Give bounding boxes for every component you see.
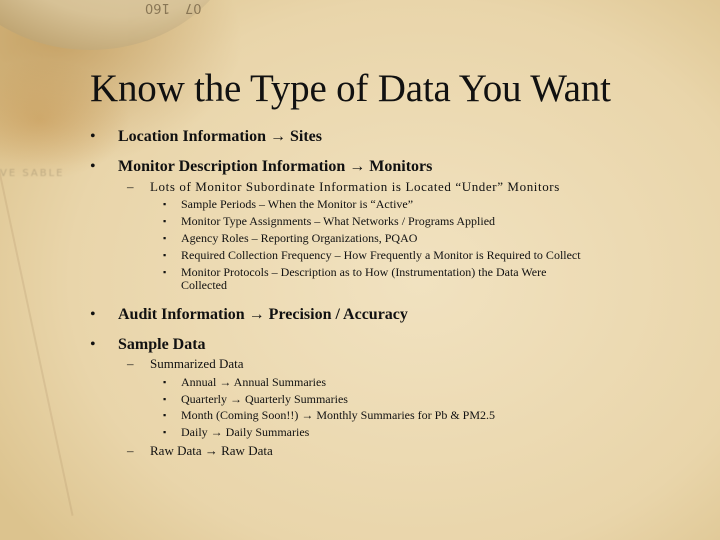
sub-sub-list-item-label: Collected xyxy=(181,278,227,292)
dash-icon: – xyxy=(127,356,134,371)
compass-number: 07 xyxy=(185,0,202,15)
sub-sub-list-item-label: Agency Roles – Reporting Organizations, … xyxy=(181,231,418,245)
sub-sub-list-item-label: Quarterly → Quarterly Summaries xyxy=(181,392,348,406)
square-bullet-icon: ▪ xyxy=(163,394,167,404)
list-item-label: Monitor Description Information → Monito… xyxy=(118,158,433,175)
list-item-label: Sample Data xyxy=(118,336,206,353)
sub-sub-list-item-label: Required Collection Frequency – How Freq… xyxy=(181,248,581,262)
sub-sub-list-item-label: Monitor Type Assignments – What Networks… xyxy=(181,214,496,228)
sub-sub-list-item-label: Sample Periods – When the Monitor is “Ac… xyxy=(181,197,414,211)
sub-sub-list-item-label: Month (Coming Soon!!) → Monthly Summarie… xyxy=(181,408,496,422)
list-item-label: Location Information → Sites xyxy=(118,128,322,145)
sub-list-item-label: Lots of Monitor Subordinate Information … xyxy=(150,179,560,194)
sub-sub-list-item-label: Annual → Annual Summaries xyxy=(181,375,326,389)
slide-title: Know the Type of Data You Want xyxy=(90,67,611,110)
paper-crease xyxy=(0,124,74,516)
square-bullet-icon: ▪ xyxy=(163,267,167,277)
dash-icon: – xyxy=(127,443,134,458)
square-bullet-icon: ▪ xyxy=(163,410,167,420)
bullet-icon: • xyxy=(90,336,96,353)
square-bullet-icon: ▪ xyxy=(163,199,167,209)
bullet-icon: • xyxy=(90,306,96,323)
square-bullet-icon: ▪ xyxy=(163,216,167,226)
bullet-icon: • xyxy=(90,128,96,145)
square-bullet-icon: ▪ xyxy=(163,250,167,260)
square-bullet-icon: ▪ xyxy=(163,427,167,437)
dash-icon: – xyxy=(127,179,135,194)
square-bullet-icon: ▪ xyxy=(163,377,167,387)
square-bullet-icon: ▪ xyxy=(163,233,167,243)
list-item-label: Audit Information → Precision / Accuracy xyxy=(118,306,408,323)
bullet-icon: • xyxy=(90,158,96,175)
compass-image: 160 07 xyxy=(0,0,240,50)
sub-list-item-label: Summarized Data xyxy=(150,356,244,371)
map-label: VE SABLE xyxy=(0,168,65,179)
sub-sub-list-item-label: Monitor Protocols – Description as to Ho… xyxy=(181,265,547,279)
sub-list-item-label: Raw Data → Raw Data xyxy=(150,443,273,458)
compass-number: 160 xyxy=(145,0,170,15)
sub-sub-list-item-label: Daily → Daily Summaries xyxy=(181,425,310,439)
